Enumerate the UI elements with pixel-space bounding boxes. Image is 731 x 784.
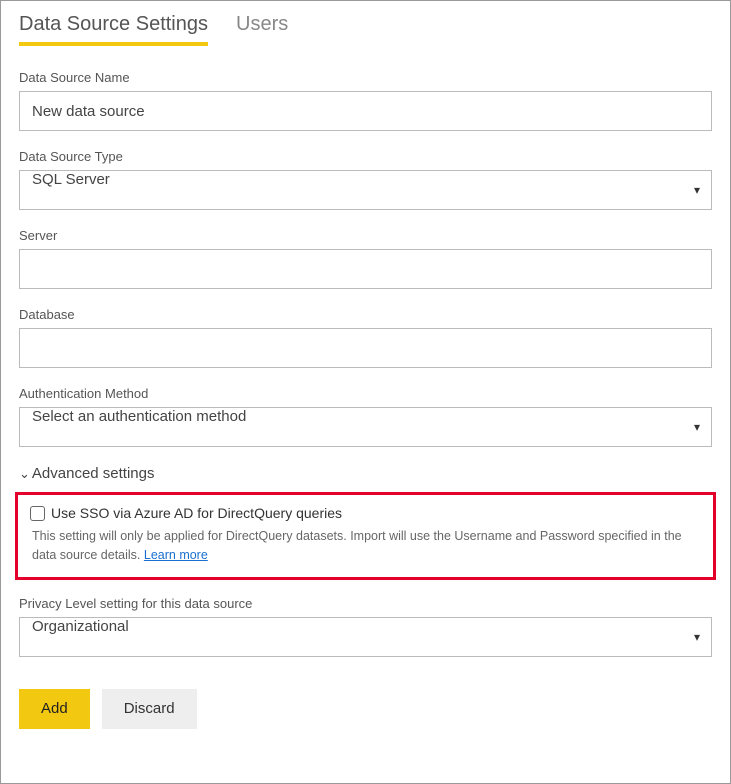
field-privacy-level: Privacy Level setting for this data sour…: [19, 596, 712, 657]
field-auth-method: Authentication Method Select an authenti…: [19, 386, 712, 447]
sso-checkbox[interactable]: [30, 506, 45, 521]
auth-method-select[interactable]: Select an authentication method: [19, 407, 712, 447]
add-button[interactable]: Add: [19, 689, 90, 729]
sso-checkbox-label: Use SSO via Azure AD for DirectQuery que…: [51, 505, 342, 521]
server-input[interactable]: [19, 249, 712, 289]
learn-more-link[interactable]: Learn more: [144, 548, 208, 562]
database-label: Database: [19, 307, 712, 322]
sso-help-text: This setting will only be applied for Di…: [30, 527, 701, 565]
advanced-settings-label: Advanced settings: [32, 465, 155, 482]
sso-highlight-region: Use SSO via Azure AD for DirectQuery que…: [15, 492, 716, 580]
action-buttons: Add Discard: [19, 689, 712, 729]
server-label: Server: [19, 228, 712, 243]
auth-method-label: Authentication Method: [19, 386, 712, 401]
field-database: Database: [19, 307, 712, 368]
sso-checkbox-row: Use SSO via Azure AD for DirectQuery que…: [30, 505, 701, 521]
data-source-name-label: Data Source Name: [19, 70, 712, 85]
data-source-type-label: Data Source Type: [19, 149, 712, 164]
field-data-source-type: Data Source Type SQL Server ▾: [19, 149, 712, 210]
database-input[interactable]: [19, 328, 712, 368]
tab-bar: Data Source Settings Users: [19, 13, 712, 46]
data-source-settings-panel: Data Source Settings Users Data Source N…: [0, 0, 731, 784]
tab-data-source-settings[interactable]: Data Source Settings: [19, 13, 208, 46]
discard-button[interactable]: Discard: [102, 689, 197, 729]
privacy-level-select[interactable]: Organizational: [19, 617, 712, 657]
data-source-name-input[interactable]: [19, 91, 712, 131]
field-server: Server: [19, 228, 712, 289]
advanced-settings-toggle[interactable]: ⌄ Advanced settings: [19, 465, 712, 482]
field-data-source-name: Data Source Name: [19, 70, 712, 131]
privacy-level-label: Privacy Level setting for this data sour…: [19, 596, 712, 611]
data-source-type-select[interactable]: SQL Server: [19, 170, 712, 210]
chevron-down-icon: ⌄: [19, 466, 30, 482]
tab-users[interactable]: Users: [236, 13, 288, 46]
